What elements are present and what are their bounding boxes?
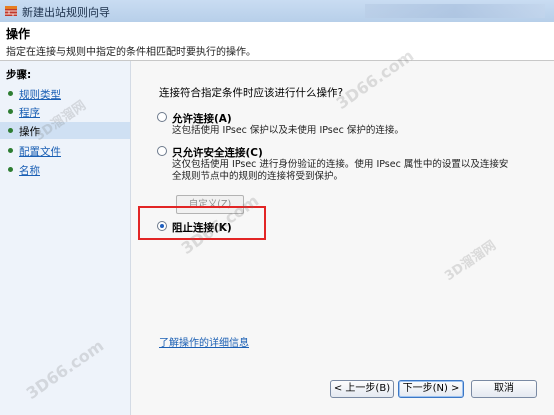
step-bullet-icon	[8, 148, 13, 153]
sidebar-item-profile[interactable]: 配置文件	[0, 142, 130, 159]
learn-more-link[interactable]: 了解操作的详细信息	[159, 334, 249, 349]
step-bullet-icon	[8, 167, 13, 172]
option-description: 这包括使用 IPsec 保护以及未使用 IPsec 保护的连接。	[172, 125, 404, 136]
option-description: 这仅包括使用 IPsec 进行身份验证的连接。使用 IPsec 属性中的设置以及…	[172, 159, 508, 183]
back-button[interactable]: < 上一步(B)	[330, 380, 394, 398]
sidebar-item-action[interactable]: 操作	[0, 122, 130, 139]
page-header: 操作 指定在连接与规则中指定的条件相匹配时要执行的操作。	[0, 22, 554, 61]
main-content: 连接符合指定条件时应该进行什么操作? 允许连接(A) 这包括使用 IPsec 保…	[131, 61, 554, 415]
option-description-line: 这仅包括使用 IPsec 进行身份验证的连接。使用 IPsec 属性中的设置以及…	[172, 159, 509, 170]
option-title: 只允许安全连接(C)	[172, 147, 263, 159]
page-title: 操作	[6, 27, 31, 41]
sidebar-item-label: 配置文件	[19, 146, 61, 158]
title-bar-blurred-region	[365, 4, 545, 18]
step-bullet-icon	[8, 91, 13, 96]
page-subtitle: 指定在连接与规则中指定的条件相匹配时要执行的操作。	[6, 47, 256, 58]
option-title: 阻止连接(K)	[172, 222, 232, 234]
steps-label: 步骤:	[6, 69, 32, 81]
sidebar-item-label: 名称	[19, 165, 40, 177]
firewall-icon	[5, 6, 17, 16]
step-bullet-icon	[8, 109, 13, 114]
option-description-line: 全规则节点中的规则的连接将受到保护。	[172, 171, 344, 182]
sidebar-item-label: 规则类型	[19, 89, 61, 101]
option-title: 允许连接(A)	[172, 113, 232, 125]
sidebar-item-label: 程序	[19, 107, 40, 119]
title-bar: 新建出站规则向导	[0, 0, 554, 22]
sidebar-item-program[interactable]: 程序	[0, 103, 130, 120]
sidebar-item-name[interactable]: 名称	[0, 161, 130, 178]
steps-sidebar: 步骤: 规则类型 程序 操作 配置文件 名称	[0, 61, 131, 415]
sidebar-item-label: 操作	[19, 126, 40, 138]
allow-connection-radio[interactable]	[157, 112, 167, 122]
block-connection-radio[interactable]	[157, 221, 167, 231]
action-question: 连接符合指定条件时应该进行什么操作?	[159, 87, 344, 99]
sidebar-item-rule-type[interactable]: 规则类型	[0, 85, 130, 102]
next-button[interactable]: 下一步(N) >	[398, 380, 464, 398]
window-title: 新建出站规则向导	[22, 6, 110, 19]
cancel-button[interactable]: 取消	[471, 380, 537, 398]
allow-secure-connection-radio[interactable]	[157, 146, 167, 156]
step-bullet-icon	[8, 128, 13, 133]
